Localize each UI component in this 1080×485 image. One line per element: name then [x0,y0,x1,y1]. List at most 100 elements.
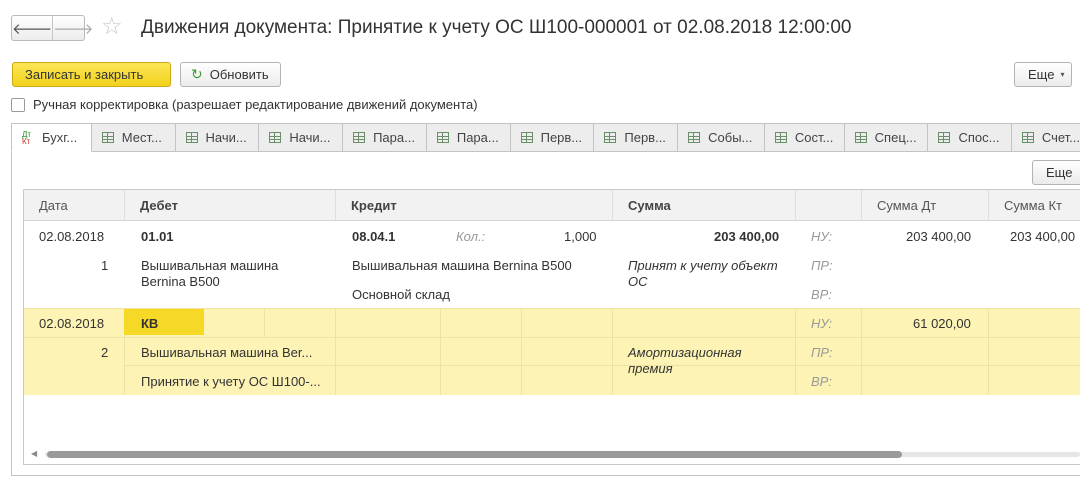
row1-qty-label: Кол.: [456,229,486,244]
row1-sum-kt: 203 400,00 [1010,229,1076,244]
tab-label: Начи... [289,130,331,145]
row2-pr-label: ПР: [811,345,833,360]
row1-debit-subconto: Вышивальная машина [141,258,279,273]
table-icon [604,132,617,143]
tab-label: Начи... [205,130,247,145]
column-header-credit[interactable]: Кредит [336,190,613,221]
row1-debit-account: 01.01 [141,229,174,244]
arrow-right-icon[interactable]: 🡒 [52,16,93,40]
tab-label: Пара... [373,130,415,145]
tab-label: Сост... [794,130,834,145]
column-divider [988,308,989,395]
manual-edit-checkbox[interactable] [11,97,25,112]
window-title: Движения документа: Принятие к учету ОС … [141,17,852,38]
table-icon [101,132,114,143]
save-and-close-button[interactable]: Записать и закрыть [12,62,171,87]
row1-qty: 1,000 [564,229,597,244]
refresh-label: Обновить [209,67,269,82]
tab-register[interactable]: Спец... [843,123,929,151]
column-divider [795,308,796,395]
entries-grid[interactable]: Дата Дебет Кредит Сумма Сумма Дт Сумма К… [23,189,1080,465]
scroll-left-icon[interactable]: ◀ [31,449,37,458]
refresh-button[interactable]: ↻ Обновить [180,62,281,87]
column-header-sum[interactable]: Сумма [613,190,796,221]
active-cell[interactable] [124,309,204,335]
tab-label: Счет... [1041,130,1080,145]
row1-sum-dt: 203 400,00 [906,229,972,244]
grid-more-label: Еще [1046,165,1073,180]
tab-register[interactable]: Пара... [425,123,511,151]
tab-label: Перв... [540,130,583,145]
tab-register[interactable]: Счет... [1011,123,1080,151]
grid-more-button[interactable]: Еще [1032,160,1080,185]
tab-register[interactable]: Перв... [509,123,595,151]
table-icon [1022,132,1034,143]
scrollbar-thumb[interactable] [47,451,902,458]
tab-register[interactable]: Начи... [174,123,260,151]
tab-register[interactable]: Спос... [927,123,1013,151]
header-label: Сумма Кт [1004,197,1062,213]
tab-register[interactable]: Мест... [90,123,176,151]
more-button[interactable]: Еще ▾ [1014,62,1072,87]
tab-register[interactable]: Сост... [763,123,845,151]
arrow-left-icon[interactable]: 🡐 [12,16,52,40]
column-header-sum-kt[interactable]: Сумма Кт [989,190,1080,221]
row1-credit-subconto-2: Основной склад [352,287,450,302]
header-label: Сумма [628,197,671,213]
header-label: Дата [39,197,68,213]
column-header-blank [796,190,862,221]
row2-nu-label: НУ: [811,316,833,331]
manual-edit-row: Ручная корректировка (разрешает редактир… [11,97,478,112]
dt-kt-icon: Дт Кт [22,129,32,146]
row2-sum-dt: 61 020,00 [913,316,971,331]
table-icon [436,132,449,143]
header-label: Сумма Дт [877,197,937,213]
row1-credit-account: 08.04.1 [352,229,396,244]
manual-edit-label[interactable]: Ручная корректировка (разрешает редактир… [33,97,478,112]
table-icon [520,132,533,143]
tab-label: Собы... [708,130,753,145]
save-and-close-label: Записать и закрыть [25,67,144,82]
table-icon [938,132,951,143]
column-header-date[interactable]: Дата [24,190,125,221]
row1-content-cont: ОС [628,274,648,289]
row1-debit-subconto-cont: Bernina B500 [141,274,220,289]
tab-register[interactable]: Собы... [677,123,765,151]
column-divider [335,308,336,395]
row1-vr-label: ВР: [811,287,832,302]
nav-buttons: 🡐 🡒 [11,15,93,41]
tab-register[interactable]: Начи... [258,123,344,151]
table-icon [353,132,366,143]
header-label: Дебет [140,197,178,213]
row1-content: Принят к учету объект [628,258,778,273]
row1-pr-label: ПР: [811,258,833,273]
row2-content-cont: премия [628,361,673,376]
tab-register[interactable]: Перв... [593,123,679,151]
row2-date: 02.08.2018 [39,316,105,331]
tab-accounting[interactable]: Дт Кт Бухг... [11,123,92,152]
refresh-icon: ↻ [191,66,203,82]
table-icon [688,132,701,143]
table-icon [854,132,867,143]
register-tabs: Дт Кт Бухг... Мест... Начи... Начи... Пар… [11,123,1080,152]
tab-label: Спос... [958,130,1000,145]
table-icon [774,132,787,143]
table-icon [269,132,282,143]
row-divider [24,337,1080,338]
row2-debit-subconto: Вышивальная машина Ber... [141,345,313,360]
column-header-sum-dt[interactable]: Сумма Дт [862,190,989,221]
row1-date: 02.08.2018 [39,229,105,244]
header-label: Кредит [351,197,397,213]
column-divider [521,308,522,395]
row1-nu-label: НУ: [811,229,833,244]
tab-label: Пара... [456,130,499,145]
chevron-down-icon: ▾ [1060,70,1065,79]
star-icon[interactable]: ☆ [101,13,123,41]
tab-label: Перв... [624,130,666,145]
row2-debit-account: КВ [141,316,159,331]
column-divider [440,308,441,395]
row2-content: Амортизационная [628,345,742,360]
tab-register[interactable]: Пара... [342,123,427,151]
column-header-debit[interactable]: Дебет [125,190,336,221]
tab-label: Бухг... [42,130,78,145]
